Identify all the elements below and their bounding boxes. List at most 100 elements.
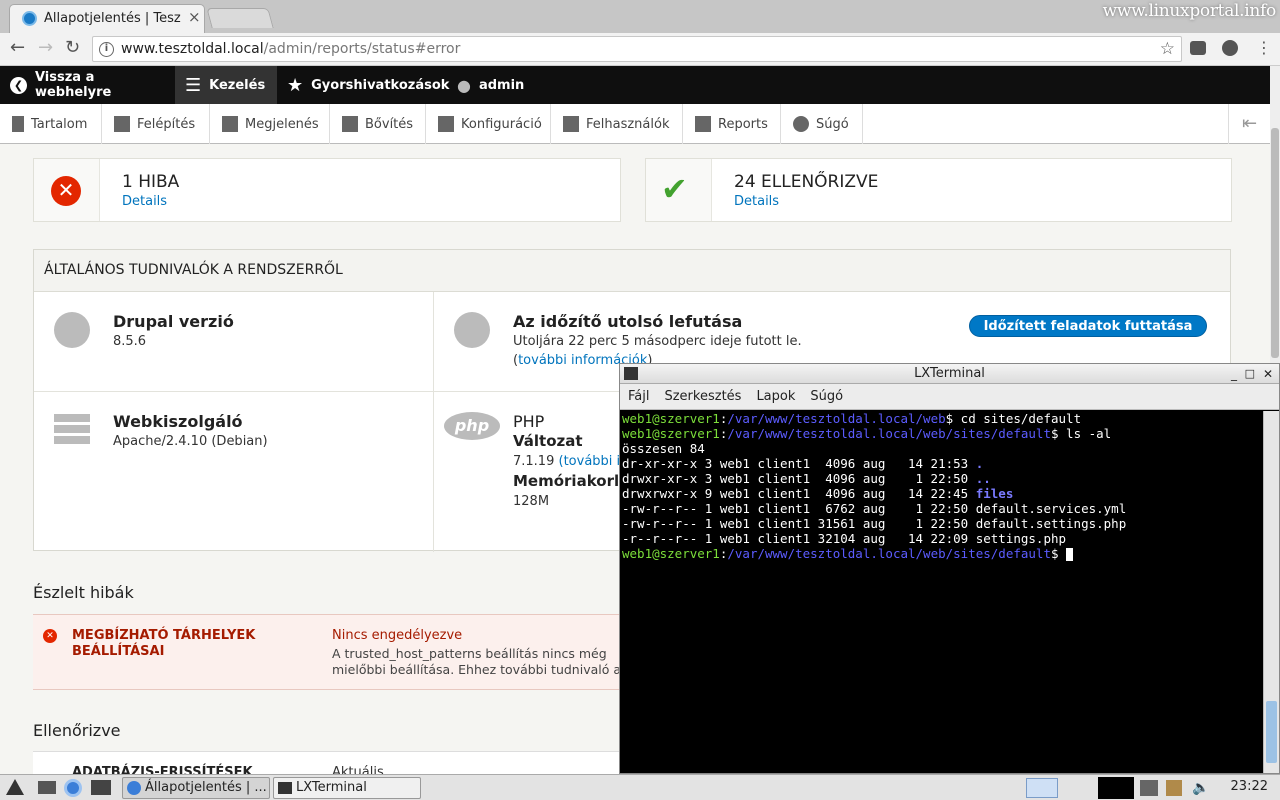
puzzle-icon: [342, 116, 358, 132]
menu-file[interactable]: Fájl: [628, 389, 649, 404]
bookmark-star-icon[interactable]: ☆: [1160, 39, 1175, 59]
hammer-icon: [222, 116, 238, 132]
back-to-site-link[interactable]: ❮ Vissza a webhelyre: [0, 66, 175, 104]
volume-icon[interactable]: 🔈: [1192, 780, 1209, 796]
php-memory-label: Memóriakorla: [513, 472, 630, 490]
url-host: www.tesztoldal.local: [121, 41, 264, 57]
account-icon[interactable]: [1222, 40, 1238, 56]
tray-item-reports[interactable]: Reports: [683, 104, 781, 144]
admin-toolbar: ❮ Vissza a webhelyre ☰ Kezelés ★ Gyorshi…: [0, 66, 1270, 104]
ls-row-meta: drwxrwxr-x 9 web1 client1 4096 aug 14 22…: [622, 486, 976, 501]
bar-chart-icon: [695, 116, 711, 132]
star-icon: ★: [287, 74, 304, 96]
terminal-titlebar[interactable]: LXTerminal _ □ ✕: [620, 364, 1279, 384]
watermark-brand: www.linuxportal.info: [1102, 1, 1277, 21]
ls-row-meta: drwxr-xr-x 3 web1 client1 4096 aug 1 22:…: [622, 471, 976, 486]
errors-heading: Észlelt hibák: [33, 583, 134, 602]
prompt-user: web1@szerver1: [622, 426, 720, 441]
user-tab[interactable]: ● admin: [447, 66, 547, 104]
general-info-heading: ÁLTALÁNOS TUDNIVALÓK A RENDSZERRŐL: [34, 250, 1230, 292]
error-item-title: BEÁLLÍTÁSAI: [72, 644, 165, 659]
url-field[interactable]: i www.tesztoldal.local/admin/reports/sta…: [92, 36, 1182, 62]
file-manager-icon[interactable]: [38, 781, 56, 794]
error-details-link[interactable]: Details: [122, 194, 167, 209]
checkmark-icon: ✔: [661, 170, 688, 208]
tray-item-extend[interactable]: Bővítés: [330, 104, 426, 144]
back-arrow-icon[interactable]: ←: [10, 37, 25, 58]
wrench-icon: [438, 116, 454, 132]
shortcuts-tab[interactable]: ★ Gyorshivatkozások: [277, 66, 449, 104]
menu-edit[interactable]: Szerkesztés: [664, 389, 741, 404]
cron-title: Az időzítő utolsó lefutása: [513, 312, 743, 331]
minimize-icon[interactable]: _: [1231, 364, 1237, 384]
structure-icon: [114, 116, 130, 132]
menu-tabs[interactable]: Lapok: [756, 389, 795, 404]
tray-label: Reports: [718, 116, 768, 132]
maximize-icon[interactable]: □: [1245, 364, 1255, 384]
user-label: admin: [478, 77, 525, 93]
desktop-taskbar: Állapotjelentés | ... LXTerminal 🔈 23:22: [0, 774, 1280, 800]
terminal-window[interactable]: LXTerminal _ □ ✕ Fájl Szerkesztés Lapok …: [619, 363, 1280, 774]
browser-launcher-icon[interactable]: [64, 779, 82, 797]
manage-tab[interactable]: ☰ Kezelés: [175, 66, 277, 104]
menu-dots-icon[interactable]: ⋮: [1256, 38, 1272, 57]
new-tab-button[interactable]: [206, 8, 274, 28]
ls-row-name: .: [975, 456, 984, 471]
checked-details-link[interactable]: Details: [734, 194, 779, 209]
tray-item-help[interactable]: Súgó: [781, 104, 863, 144]
info-icon[interactable]: i: [99, 42, 114, 57]
tab-close-icon[interactable]: ×: [188, 8, 201, 26]
error-x-icon: ✕: [51, 176, 81, 206]
page-scroll-thumb[interactable]: [1271, 128, 1279, 358]
network-icon[interactable]: [1140, 780, 1158, 796]
terminal-cursor: [1066, 548, 1074, 561]
chevron-left-icon: ❮: [10, 76, 27, 94]
terminal-icon: [278, 782, 292, 794]
tray-item-configuration[interactable]: Konfiguráció: [426, 104, 551, 144]
php-version-value: 7.1.19: [513, 454, 555, 469]
ls-row-meta: dr-xr-xr-x 3 web1 client1 4096 aug 14 21…: [622, 456, 976, 471]
checked-heading: Ellenőrizve: [33, 721, 121, 740]
prompt-user: web1@szerver1: [622, 546, 720, 561]
reload-icon[interactable]: ↻: [65, 37, 80, 58]
tray-item-content[interactable]: Tartalom: [0, 104, 102, 144]
terminal-scroll-thumb[interactable]: [1266, 701, 1277, 763]
command: cd sites/default: [953, 411, 1082, 426]
tray-item-appearance[interactable]: Megjelenés: [210, 104, 330, 144]
extension-icon[interactable]: [1190, 41, 1206, 55]
people-icon: [563, 116, 579, 132]
taskbar-terminal-button[interactable]: LXTerminal: [273, 777, 421, 799]
tray-label: Felhasználók: [586, 116, 670, 132]
taskbar-clock[interactable]: 23:22: [1231, 779, 1268, 794]
terminal-title: LXTerminal: [914, 366, 985, 381]
checked-item-row: ADATBÁZIS-FRISSÍTÉSEK Aktuális: [33, 751, 633, 774]
tray-item-structure[interactable]: Felépítés: [102, 104, 210, 144]
terminal-output[interactable]: web1@szerver1:/var/www/tesztoldal.local/…: [622, 411, 1262, 771]
prompt-user: web1@szerver1: [622, 411, 720, 426]
terminal-launcher-icon[interactable]: [91, 780, 111, 795]
checked-item-value: Aktuális: [332, 765, 384, 774]
tray-label: Felépítés: [137, 116, 196, 132]
start-menu-icon[interactable]: [6, 779, 24, 795]
terminal-app-icon: [624, 367, 638, 380]
php-more-link[interactable]: (további in: [559, 454, 629, 469]
forward-arrow-icon[interactable]: →: [38, 37, 53, 58]
error-icon-box: ✕: [34, 159, 100, 221]
workspace-pager[interactable]: [1026, 778, 1058, 798]
ls-total: összesen 84: [622, 441, 705, 456]
clipboard-icon[interactable]: [1166, 780, 1182, 796]
close-icon[interactable]: ✕: [1263, 364, 1273, 384]
error-item-desc: A trusted_host_patterns beállítás nincs …: [332, 646, 607, 661]
menu-help[interactable]: Súgó: [810, 389, 843, 404]
tray-collapse-icon[interactable]: ⇤: [1228, 104, 1270, 144]
run-cron-button[interactable]: Időzített feladatok futtatása: [969, 315, 1207, 337]
check-icon-box: ✔: [646, 159, 712, 221]
url-text: www.tesztoldal.local/admin/reports/statu…: [121, 41, 460, 57]
terminal-scrollbar[interactable]: [1263, 411, 1279, 773]
tray-item-people[interactable]: Felhasználók: [551, 104, 683, 144]
ls-row-meta: -rw-r--r-- 1 web1 client1 6762 aug 1 22:…: [622, 501, 976, 516]
taskbar-browser-button[interactable]: Állapotjelentés | ...: [122, 777, 270, 799]
admin-tray: Tartalom Felépítés Megjelenés Bővítés Ko…: [0, 104, 1270, 144]
browser-tabstrip: Állapotjelentés | Tesz × www.linuxportal…: [0, 0, 1280, 33]
browser-tab-active[interactable]: Állapotjelentés | Tesz ×: [9, 4, 205, 33]
